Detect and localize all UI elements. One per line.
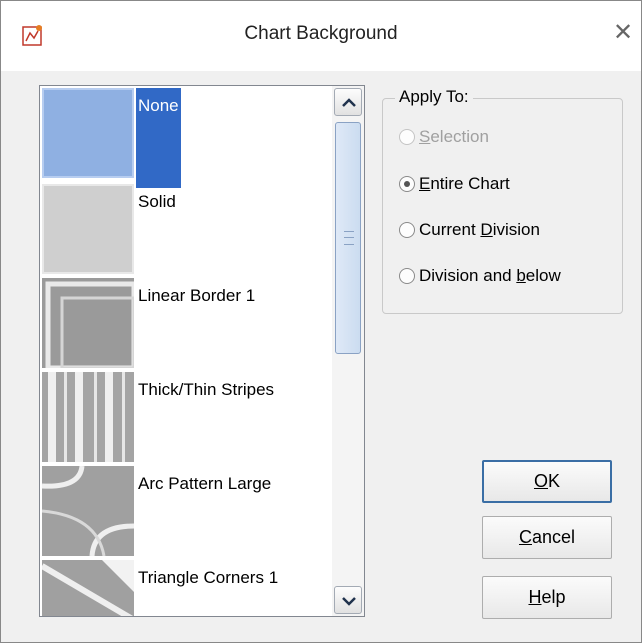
pattern-triangle-corners-thumbnail xyxy=(42,560,134,616)
list-vertical-scrollbar[interactable] xyxy=(332,86,364,616)
list-item-label: Thick/Thin Stripes xyxy=(138,380,275,399)
list-item-label: Solid xyxy=(138,192,176,211)
radio-label: Division and below xyxy=(419,266,561,285)
title-bar: Chart Background ✕ xyxy=(1,1,641,71)
close-button[interactable]: ✕ xyxy=(609,19,637,47)
radio-current-division[interactable]: Current Division xyxy=(399,219,540,241)
pattern-solid-thumbnail xyxy=(42,184,134,274)
radio-button[interactable] xyxy=(399,268,415,284)
scrollbar-grip xyxy=(344,231,354,245)
chart-background-dialog: Chart Background ✕ None Solid Linear Bor… xyxy=(0,0,642,643)
pattern-linear-border-thumbnail xyxy=(42,278,134,368)
list-item-label: Linear Border 1 xyxy=(138,286,256,305)
list-item[interactable]: Linear Border 1 xyxy=(42,278,336,368)
list-item-label: Arc Pattern Large xyxy=(138,474,272,493)
radio-label: Current Division xyxy=(419,220,540,239)
close-icon: ✕ xyxy=(612,19,634,46)
cancel-button[interactable]: Cancel xyxy=(482,516,612,559)
chevron-down-icon xyxy=(342,597,356,606)
dialog-title: Chart Background xyxy=(244,23,398,44)
list-item[interactable]: Thick/Thin Stripes xyxy=(42,372,336,462)
scroll-up-button[interactable] xyxy=(334,88,362,116)
radio-label: Selection xyxy=(419,127,489,146)
pattern-arc-large-thumbnail xyxy=(42,466,134,556)
radio-division-and-below[interactable]: Division and below xyxy=(399,265,561,287)
list-item[interactable]: None xyxy=(42,88,336,188)
list-item-label: Triangle Corners 1 xyxy=(138,568,279,587)
radio-button[interactable] xyxy=(399,129,415,145)
pattern-thick-thin-stripes-thumbnail xyxy=(42,372,134,462)
list-item-label: None xyxy=(136,88,181,188)
background-pattern-list[interactable]: None Solid Linear Border 1 Thick/Thin St… xyxy=(39,85,365,617)
radio-button[interactable] xyxy=(399,176,415,192)
ok-button[interactable]: OK xyxy=(482,460,612,503)
apply-to-legend: Apply To: xyxy=(395,87,473,107)
radio-entire-chart[interactable]: Entire Chart xyxy=(399,173,510,195)
list-item[interactable]: Triangle Corners 1 xyxy=(42,560,336,616)
pattern-none-thumbnail xyxy=(42,88,134,178)
radio-selection[interactable]: Selection xyxy=(399,126,489,148)
scroll-down-button[interactable] xyxy=(334,586,362,614)
scrollbar-thumb[interactable] xyxy=(335,122,361,354)
help-button[interactable]: Help xyxy=(482,576,612,619)
apply-to-group: Apply To: Selection Entire Chart Current… xyxy=(382,87,623,314)
radio-button[interactable] xyxy=(399,222,415,238)
chevron-up-icon xyxy=(342,98,356,107)
radio-label: Entire Chart xyxy=(419,174,510,193)
list-item[interactable]: Solid xyxy=(42,184,336,274)
list-item[interactable]: Arc Pattern Large xyxy=(42,466,336,556)
